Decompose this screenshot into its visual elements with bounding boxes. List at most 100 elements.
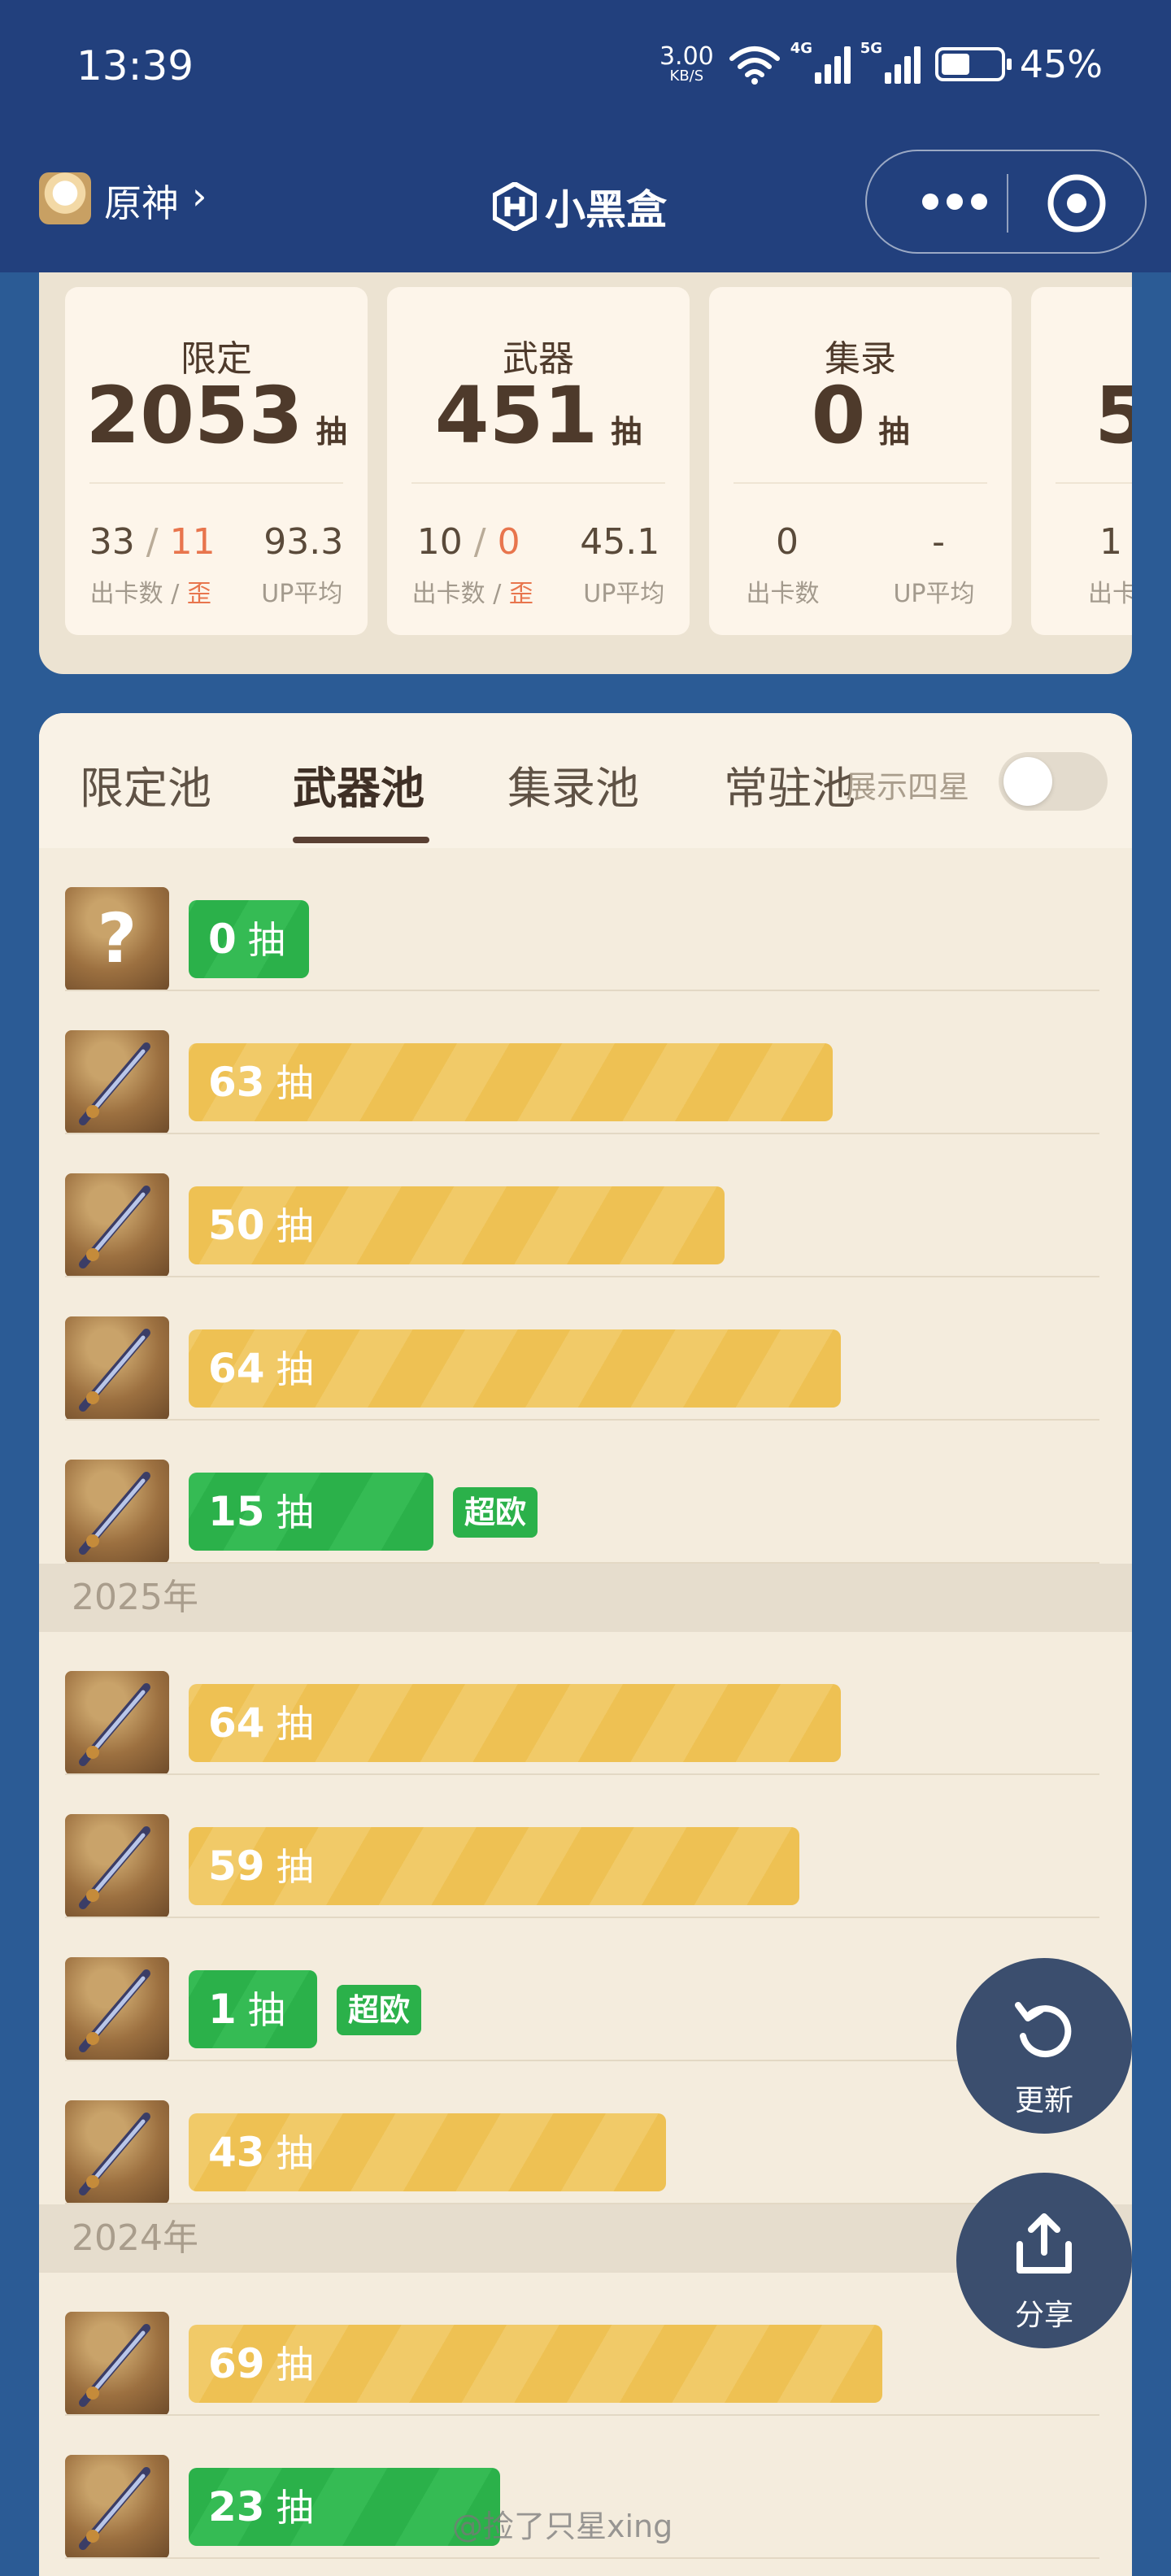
tab-standard-pool[interactable]: 常驻池 bbox=[724, 752, 855, 816]
pull-count: 59 bbox=[208, 1843, 265, 1890]
tab-weapon-pool[interactable]: 武器池 bbox=[293, 752, 424, 816]
signal-4g-label: 4G bbox=[790, 40, 813, 57]
lucky-badge: 超欧 bbox=[337, 1985, 422, 2035]
pull-count-bar: 63 抽 bbox=[189, 1043, 833, 1121]
mini-program-nav: 原神 › 小黑盒 bbox=[0, 146, 1171, 260]
close-target-icon[interactable] bbox=[1046, 172, 1108, 234]
pull-count: 50 bbox=[208, 1202, 265, 1249]
weapon-icon bbox=[65, 1316, 169, 1421]
tab-limited-pool[interactable]: 限定池 bbox=[80, 752, 211, 816]
summary-card-collection[interactable]: 集录 0抽 0 - 出卡数 UP平均 bbox=[709, 287, 1012, 635]
app-avatar-icon[interactable] bbox=[39, 172, 91, 224]
brand-name: 小黑盒 bbox=[545, 186, 667, 233]
pull-count: 1 bbox=[208, 1986, 237, 2033]
brand: 小黑盒 bbox=[493, 177, 667, 236]
pull-count: 43 bbox=[208, 2129, 265, 2176]
pull-unit: 抽 bbox=[276, 1845, 314, 1889]
battery-percent: 45% bbox=[1019, 42, 1103, 86]
battery-icon bbox=[934, 47, 1012, 81]
pull-row[interactable]: 59 抽 bbox=[39, 1775, 1132, 1918]
weapon-icon bbox=[65, 2100, 169, 2204]
pull-count-bar: 0抽 bbox=[189, 900, 309, 978]
card-count: 0抽 bbox=[811, 370, 910, 461]
pull-count-bar: 69 抽 bbox=[189, 2325, 882, 2403]
card-divider bbox=[1056, 482, 1132, 484]
app-name-link[interactable]: 原神 bbox=[104, 174, 179, 228]
pull-count: 63 bbox=[208, 1059, 265, 1106]
show-four-star-label: 展示四星 bbox=[846, 769, 970, 805]
card-count: 5 bbox=[1095, 370, 1132, 461]
pull-unit: 抽 bbox=[276, 2343, 314, 2387]
pull-row[interactable]: 64 抽 bbox=[39, 1632, 1132, 1775]
card-divider bbox=[89, 482, 343, 484]
pull-row[interactable]: 50 抽 bbox=[39, 1134, 1132, 1277]
pull-row[interactable]: ? 0 抽 bbox=[39, 848, 1132, 991]
pull-count-bar: 1抽 bbox=[189, 1970, 317, 2048]
card-divider bbox=[734, 482, 987, 484]
capsule-divider bbox=[1007, 174, 1008, 233]
card-count: 2053 抽 bbox=[85, 370, 347, 461]
pull-unit: 抽 bbox=[276, 1347, 314, 1391]
weapon-icon bbox=[65, 1957, 169, 2061]
card-stats: 1 bbox=[1099, 521, 1122, 563]
share-button[interactable]: 分享 bbox=[956, 2173, 1132, 2348]
watermark: @捡了只星xing bbox=[452, 2509, 673, 2544]
pull-count: 64 bbox=[208, 1699, 265, 1747]
weapon-icon bbox=[65, 1173, 169, 1277]
pull-count-bar: 64 抽 bbox=[189, 1329, 841, 1408]
card-labels: 出卡数 / 歪 UP平均 bbox=[411, 580, 665, 608]
more-dots-icon[interactable] bbox=[906, 176, 1003, 228]
weapon-icon bbox=[65, 1460, 169, 1564]
pull-unit: 抽 bbox=[276, 1702, 314, 1746]
card-labels: 出卡数 UP平均 bbox=[746, 580, 975, 608]
pull-unit: 抽 bbox=[276, 2131, 314, 2175]
card-stats: 0 - bbox=[776, 521, 945, 563]
share-label: 分享 bbox=[1014, 2299, 1073, 2332]
row-divider bbox=[65, 2557, 1099, 2559]
weapon-icon bbox=[65, 1814, 169, 1918]
pull-count: 0 bbox=[208, 916, 237, 963]
pull-count: 15 bbox=[208, 1488, 265, 1535]
card-count: 451 抽 bbox=[434, 370, 642, 461]
signal-5g-label: 5G bbox=[860, 40, 883, 57]
tab-collection-pool[interactable]: 集录池 bbox=[507, 752, 639, 816]
weapon-icon bbox=[65, 2312, 169, 2416]
svg-text:?: ? bbox=[98, 899, 137, 978]
pull-count-bar: 64 抽 bbox=[189, 1684, 841, 1762]
pull-count-bar: 50 抽 bbox=[189, 1186, 725, 1264]
pull-unit: 抽 bbox=[276, 1490, 314, 1534]
show-four-star-toggle[interactable] bbox=[999, 752, 1108, 811]
toggle-knob bbox=[1003, 757, 1052, 806]
pull-row[interactable]: 63 抽 bbox=[39, 991, 1132, 1134]
pull-count-bar: 15 抽 bbox=[189, 1473, 433, 1551]
status-time: 13:39 bbox=[76, 42, 194, 89]
card-labels: 出卡数 / 歪 UP平均 bbox=[89, 580, 343, 608]
net-speed-value: 3.00 bbox=[659, 42, 714, 71]
weapon-icon bbox=[65, 1030, 169, 1134]
weapon-icon bbox=[65, 1671, 169, 1775]
pull-count: 23 bbox=[208, 2483, 265, 2530]
pull-row[interactable]: 15 抽超欧 bbox=[39, 1421, 1132, 1564]
capsule-menu bbox=[865, 150, 1147, 254]
refresh-label: 更新 bbox=[1014, 2084, 1073, 2117]
summary-card-standard[interactable]: 5 1 出卡 bbox=[1031, 287, 1132, 635]
wifi-icon bbox=[729, 46, 780, 85]
pull-row[interactable]: 64 抽 bbox=[39, 1277, 1132, 1421]
pool-tabs: 限定池 武器池 集录池 常驻池 展示四星 bbox=[39, 713, 1132, 848]
summary-card-limited[interactable]: 限定 2053 抽 33 / 11 93.3 出卡数 / 歪 UP平均 bbox=[65, 287, 368, 635]
card-labels: 出卡 bbox=[1088, 580, 1132, 608]
status-right: 3.00 KB/S 4G 5G 45% bbox=[660, 36, 1103, 93]
top-bar: 13:39 3.00 KB/S 4G 5G 45% 原神 › 小黑盒 bbox=[0, 0, 1171, 272]
year-header: 2025年 bbox=[39, 1564, 1132, 1632]
brand-logo-icon bbox=[493, 182, 537, 231]
summary-card-weapon[interactable]: 武器 451 抽 10 / 0 45.1 出卡数 / 歪 UP平均 bbox=[387, 287, 690, 635]
active-tab-indicator bbox=[293, 837, 429, 843]
refresh-icon bbox=[1015, 2002, 1072, 2058]
pull-count: 64 bbox=[208, 1345, 265, 1392]
pull-count-bar: 59 抽 bbox=[189, 1827, 799, 1905]
signal-4g-icon: 4G bbox=[790, 40, 851, 84]
share-icon bbox=[1016, 2213, 1072, 2274]
net-speed: 3.00 KB/S bbox=[660, 45, 714, 84]
pull-count-bar: 43 抽 bbox=[189, 2113, 666, 2191]
refresh-button[interactable]: 更新 bbox=[956, 1958, 1132, 2134]
